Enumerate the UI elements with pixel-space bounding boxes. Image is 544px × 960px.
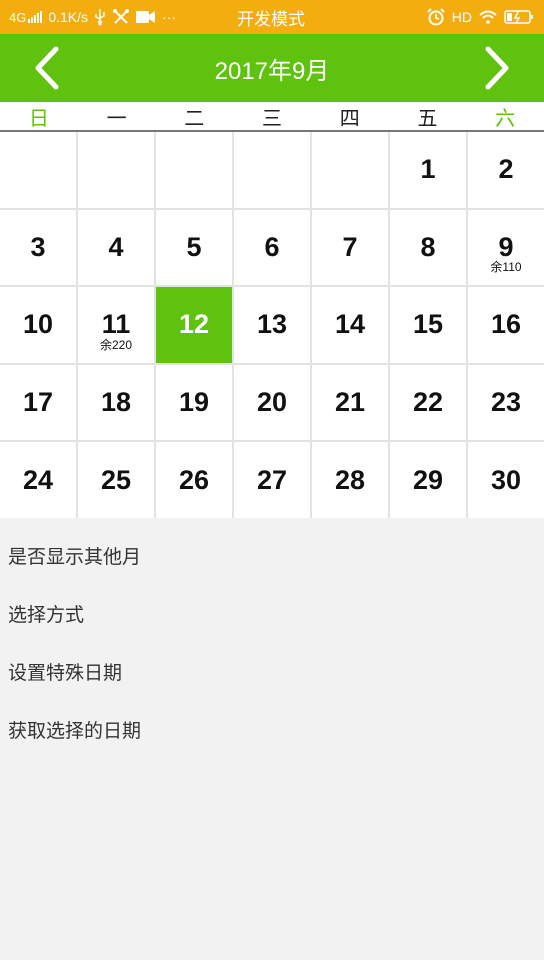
day-cell[interactable]: 15 — [390, 287, 466, 363]
day-number: 19 — [178, 387, 210, 418]
day-number: 29 — [412, 464, 444, 495]
day-number: 25 — [100, 464, 132, 495]
day-number: 20 — [256, 387, 288, 418]
next-month-button[interactable] — [463, 34, 531, 102]
day-cell[interactable]: 14 — [312, 287, 388, 363]
day-number: 16 — [490, 309, 522, 340]
day-number: 21 — [334, 387, 366, 418]
day-cell[interactable]: 21 — [312, 364, 388, 441]
weekday-wed: 三 — [262, 107, 283, 130]
day-number: 23 — [490, 387, 522, 418]
day-number: 26 — [178, 464, 210, 495]
day-cell[interactable]: 20 — [234, 364, 310, 441]
set-special-dates-option[interactable]: 设置特殊日期 — [0, 642, 544, 700]
day-number: 2 — [498, 154, 514, 185]
weekday-sun: 日 — [28, 107, 49, 130]
day-cell[interactable] — [78, 132, 154, 208]
day-cell[interactable] — [156, 132, 232, 208]
day-cell[interactable]: 16 — [468, 287, 544, 363]
weekday-fri: 五 — [417, 107, 438, 130]
day-number: 6 — [264, 231, 280, 262]
day-number: 24 — [22, 464, 54, 495]
day-number: 1 — [420, 154, 436, 185]
alarm-icon — [427, 8, 445, 26]
wifi-icon — [479, 8, 497, 26]
day-number: 13 — [256, 309, 288, 340]
day-cell[interactable]: 4 — [78, 209, 154, 286]
day-number: 5 — [186, 231, 202, 262]
battery-icon — [504, 8, 534, 26]
status-bar: 4G 0.1K/s ··· 开发模式 HD — [0, 0, 544, 34]
day-number: 27 — [256, 464, 288, 495]
day-cell[interactable]: 1 — [390, 132, 466, 208]
hd-label: HD — [451, 9, 472, 25]
show-other-months-option[interactable]: 是否显示其他月 — [0, 526, 544, 584]
day-cell[interactable] — [312, 132, 388, 208]
get-selected-dates-option[interactable]: 获取选择的日期 — [0, 700, 544, 758]
day-cell[interactable] — [0, 132, 76, 208]
chevron-right-icon — [485, 46, 509, 90]
day-cell[interactable]: 29 — [390, 442, 466, 518]
day-cell[interactable]: 10 — [0, 287, 76, 363]
day-cell[interactable]: 5 — [156, 209, 232, 286]
day-cell-selected[interactable]: 12 — [156, 287, 232, 363]
day-number: 7 — [342, 231, 358, 262]
day-number: 15 — [412, 309, 444, 340]
day-cell[interactable]: 6 — [234, 209, 310, 286]
day-cell[interactable]: 13 — [234, 287, 310, 363]
status-right: HD — [427, 0, 534, 34]
day-cell[interactable]: 30 — [468, 442, 544, 518]
day-number: 4 — [108, 231, 124, 262]
day-cell[interactable]: 8 — [390, 209, 466, 286]
weekday-tue: 二 — [184, 107, 205, 130]
day-cell[interactable]: 23 — [468, 364, 544, 441]
day-cell[interactable]: 19 — [156, 364, 232, 441]
day-cell[interactable]: 3 — [0, 209, 76, 286]
day-cell[interactable]: 11 余220 — [78, 287, 154, 363]
day-number: 12 — [178, 309, 210, 340]
day-number: 11 — [101, 309, 131, 340]
day-cell[interactable]: 28 — [312, 442, 388, 518]
day-cell[interactable]: 18 — [78, 364, 154, 441]
day-number: 22 — [412, 387, 444, 418]
day-number: 14 — [334, 309, 366, 340]
day-number: 9 — [498, 231, 514, 262]
options-list: 是否显示其他月 选择方式 设置特殊日期 获取选择的日期 — [0, 524, 544, 758]
day-number: 17 — [22, 387, 54, 418]
day-cell[interactable]: 25 — [78, 442, 154, 518]
day-note: 余220 — [99, 337, 133, 352]
day-cell[interactable]: 22 — [390, 364, 466, 441]
weekday-thu: 四 — [339, 107, 360, 130]
calendar-header: 2017年9月 — [0, 34, 544, 102]
day-cell[interactable]: 24 — [0, 442, 76, 518]
day-note: 余110 — [490, 260, 522, 275]
selection-mode-option[interactable]: 选择方式 — [0, 584, 544, 642]
day-cell[interactable]: 7 — [312, 209, 388, 286]
weekday-sat: 六 — [495, 107, 516, 130]
day-cell[interactable] — [234, 132, 310, 208]
day-number: 18 — [100, 387, 132, 418]
weekday-mon: 一 — [106, 107, 127, 130]
day-cell[interactable]: 2 — [468, 132, 544, 208]
weekday-row: 日 一 二 三 四 五 六 — [0, 102, 544, 132]
day-cell[interactable]: 9 余110 — [468, 209, 544, 286]
day-cell[interactable]: 27 — [234, 442, 310, 518]
day-number: 10 — [22, 309, 54, 340]
calendar-grid: 1 2 3 4 5 6 7 8 9 余110 10 11 余220 12 13 14… — [0, 132, 544, 518]
day-number: 30 — [490, 464, 522, 495]
day-number: 8 — [420, 231, 436, 262]
developer-mode-label: 开发模式 — [237, 9, 305, 29]
day-number: 3 — [30, 231, 46, 262]
day-cell[interactable]: 26 — [156, 442, 232, 518]
day-cell[interactable]: 17 — [0, 364, 76, 441]
day-number: 28 — [334, 464, 366, 495]
